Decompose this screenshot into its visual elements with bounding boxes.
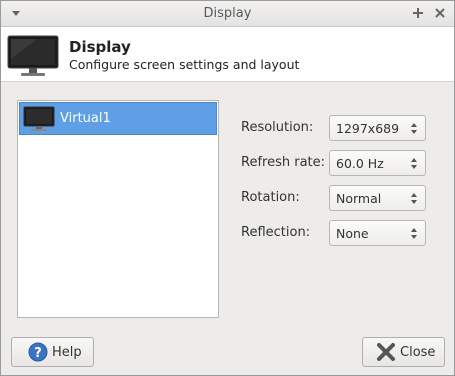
dialog-header: Display Configure screen settings and la… — [1, 27, 454, 82]
maximize-icon[interactable] — [411, 6, 425, 20]
display-list[interactable]: Virtual1 — [17, 100, 219, 318]
display-item-label: Virtual1 — [60, 111, 111, 126]
resolution-label: Resolution: — [241, 120, 314, 135]
refresh-rate-select[interactable]: 60.0 Hz — [329, 150, 426, 176]
help-label: Help — [52, 345, 82, 360]
spin-arrows-icon — [411, 228, 417, 239]
refresh-rate-value: 60.0 Hz — [336, 156, 384, 171]
window-title: Display — [203, 6, 252, 21]
reflection-label: Reflection: — [241, 225, 311, 240]
help-button[interactable]: ? Help — [11, 337, 94, 367]
close-label: Close — [400, 345, 436, 360]
monitor-icon — [7, 35, 59, 76]
display-settings-window: Display Display Configure screen setting… — [0, 0, 455, 376]
header-title: Display — [69, 38, 131, 56]
rotation-value: Normal — [336, 191, 382, 206]
close-x-icon — [377, 343, 395, 361]
reflection-value: None — [336, 226, 369, 241]
display-item-virtual1[interactable]: Virtual1 — [19, 102, 217, 135]
svg-text:?: ? — [34, 346, 42, 361]
close-button[interactable]: Close — [362, 337, 445, 367]
rotation-select[interactable]: Normal — [329, 185, 426, 211]
resolution-select[interactable]: 1297x689 — [329, 115, 426, 141]
spin-arrows-icon — [411, 123, 417, 134]
header-subtitle: Configure screen settings and layout — [69, 57, 300, 72]
help-icon: ? — [28, 342, 48, 362]
close-window-icon[interactable] — [433, 6, 447, 20]
spin-arrows-icon — [411, 193, 417, 204]
refresh-rate-label: Refresh rate: — [241, 155, 326, 170]
title-bar[interactable]: Display — [1, 1, 454, 27]
resolution-value: 1297x689 — [336, 121, 400, 136]
reflection-select[interactable]: None — [329, 220, 426, 246]
spin-arrows-icon — [411, 158, 417, 169]
monitor-icon — [23, 106, 55, 131]
rotation-label: Rotation: — [241, 190, 300, 205]
